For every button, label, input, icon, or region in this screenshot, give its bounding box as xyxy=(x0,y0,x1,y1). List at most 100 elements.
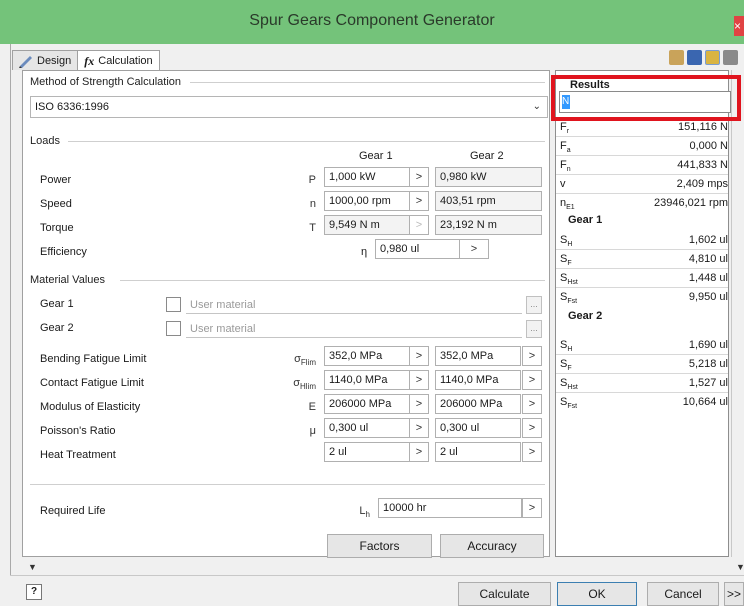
heat-treatment-label: Heat Treatment xyxy=(40,449,116,461)
window-title: Spur Gears Component Generator xyxy=(249,12,495,29)
speed-symbol: n xyxy=(309,198,316,210)
loads-col-gear1: Gear 1 xyxy=(359,150,393,162)
results-scrollbar[interactable] xyxy=(731,70,744,557)
ok-button[interactable]: OK xyxy=(557,582,637,606)
power-symbol: P xyxy=(308,174,316,186)
poisson-symbol: μ xyxy=(309,425,316,437)
efficiency-arrow[interactable]: > xyxy=(459,239,489,259)
bending-fatigue-label: Bending Fatigue Limit xyxy=(40,353,147,365)
gear1-material-field[interactable]: User material xyxy=(186,296,522,314)
results-gear2-title: Gear 2 xyxy=(568,310,603,322)
close-button[interactable]: × xyxy=(734,16,744,36)
loads-col-gear2: Gear 2 xyxy=(470,150,504,162)
method-select[interactable]: ISO 6336:1996 ⌄ xyxy=(30,96,548,118)
gear2-material-field[interactable]: User material xyxy=(186,320,522,338)
contact-fatigue-gear1-input[interactable]: 1140,0 MPa xyxy=(324,370,410,390)
modulus-arrow-1[interactable]: > xyxy=(409,394,429,414)
speed-gear2-value: 403,51 rpm xyxy=(435,191,542,211)
more-button[interactable]: >> xyxy=(724,582,744,606)
material-gear2-label: Gear 2 xyxy=(40,322,74,334)
modulus-gear1-input[interactable]: 206000 MPa xyxy=(324,394,410,414)
required-life-symbol: Lh xyxy=(359,505,370,520)
save-icon[interactable] xyxy=(687,50,702,65)
result-row-ne1: nE1 23946,021 rpm xyxy=(560,197,728,212)
result-row-g1-sh: SH 1,602 ul xyxy=(560,234,728,249)
result-row-v: v 2,409 mps xyxy=(560,178,728,190)
open-folder-icon[interactable] xyxy=(669,50,684,65)
required-life-input[interactable]: 10000 hr xyxy=(378,498,522,518)
function-icon: fx xyxy=(84,53,95,68)
poisson-gear2-input[interactable]: 0,300 ul xyxy=(435,418,521,438)
contact-fatigue-gear2-input[interactable]: 1140,0 MPa xyxy=(435,370,521,390)
gear1-user-material-checkbox[interactable] xyxy=(166,297,181,312)
help-button[interactable]: ? xyxy=(26,584,42,600)
factors-button[interactable]: Factors xyxy=(327,534,432,558)
result-row-g1-sfst: SFst 9,950 ul xyxy=(560,291,728,306)
collapse-right-chevron-icon[interactable]: ▼ xyxy=(736,562,744,572)
torque-label: Torque xyxy=(40,222,74,234)
modulus-gear2-input[interactable]: 206000 MPa xyxy=(435,394,521,414)
results-gear1-title: Gear 1 xyxy=(568,214,603,226)
power-label: Power xyxy=(40,174,72,186)
heat-treatment-arrow-2[interactable]: > xyxy=(522,442,542,462)
chevron-down-icon: ⌄ xyxy=(532,101,541,112)
required-life-arrow[interactable]: > xyxy=(522,498,542,518)
result-row-g2-sfst: SFst 10,664 ul xyxy=(560,396,728,411)
tab-calculation[interactable]: fx Calculation xyxy=(77,50,160,71)
torque-gear1-value: 9,549 N m xyxy=(324,215,410,235)
bending-fatigue-symbol: σFlim xyxy=(294,353,316,368)
torque-transfer-arrow: > xyxy=(409,215,429,235)
tab-design-label: Design xyxy=(37,54,72,67)
settings-icon[interactable] xyxy=(705,50,720,65)
heat-treatment-gear1-input[interactable]: 2 ul xyxy=(324,442,410,462)
title-bar: Spur Gears Component Generator × xyxy=(0,0,744,44)
bending-fatigue-gear2-input[interactable]: 352,0 MPa xyxy=(435,346,521,366)
contact-fatigue-arrow-2[interactable]: > xyxy=(522,370,542,390)
design-icon xyxy=(19,54,33,68)
contact-fatigue-arrow-1[interactable]: > xyxy=(409,370,429,390)
divider xyxy=(120,280,545,281)
torque-gear2-value: 23,192 N m xyxy=(435,215,542,235)
speed-gear1-input[interactable]: 1000,00 rpm xyxy=(324,191,410,211)
divider xyxy=(190,82,545,83)
material-gear1-label: Gear 1 xyxy=(40,298,74,310)
contact-fatigue-symbol: σHlim xyxy=(293,377,316,392)
tab-strip: Design fx Calculation xyxy=(12,50,160,71)
result-row-g1-shst: SHst 1,448 ul xyxy=(560,272,728,287)
result-row-g2-sf: SF 5,218 ul xyxy=(560,358,728,373)
heat-treatment-arrow-1[interactable]: > xyxy=(409,442,429,462)
gear2-material-browse-button[interactable]: ... xyxy=(526,320,542,338)
result-row-fa: Fa 0,000 N xyxy=(560,140,728,155)
highlight-box xyxy=(551,75,741,121)
calculate-button[interactable]: Calculate xyxy=(458,582,551,606)
method-select-value: ISO 6336:1996 xyxy=(35,101,110,113)
tab-design[interactable]: Design xyxy=(12,50,79,70)
print-icon[interactable] xyxy=(723,50,738,65)
bending-fatigue-arrow-1[interactable]: > xyxy=(409,346,429,366)
result-row-g2-sh: SH 1,690 ul xyxy=(560,339,728,354)
gear1-material-browse-button[interactable]: ... xyxy=(526,296,542,314)
modulus-symbol: E xyxy=(308,401,316,413)
material-group-title: Material Values xyxy=(30,274,105,286)
cancel-button[interactable]: Cancel xyxy=(647,582,719,606)
bending-fatigue-gear1-input[interactable]: 352,0 MPa xyxy=(324,346,410,366)
modulus-arrow-2[interactable]: > xyxy=(522,394,542,414)
poisson-arrow-2[interactable]: > xyxy=(522,418,542,438)
efficiency-input[interactable]: 0,980 ul xyxy=(375,239,460,259)
poisson-arrow-1[interactable]: > xyxy=(409,418,429,438)
accuracy-button[interactable]: Accuracy xyxy=(440,534,544,558)
power-gear1-input[interactable]: 1,000 kW xyxy=(324,167,410,187)
power-transfer-arrow[interactable]: > xyxy=(409,167,429,187)
required-life-label: Required Life xyxy=(40,505,106,517)
divider xyxy=(30,484,545,485)
efficiency-label: Efficiency xyxy=(40,246,87,258)
gear2-user-material-checkbox[interactable] xyxy=(166,321,181,336)
result-row-fr: Fr 151,116 N xyxy=(560,121,728,136)
collapse-chevron-icon[interactable]: ▼ xyxy=(28,562,37,572)
efficiency-symbol: η xyxy=(361,246,368,258)
heat-treatment-gear2-input[interactable]: 2 ul xyxy=(435,442,521,462)
speed-transfer-arrow[interactable]: > xyxy=(409,191,429,211)
divider xyxy=(68,141,545,142)
bending-fatigue-arrow-2[interactable]: > xyxy=(522,346,542,366)
poisson-gear1-input[interactable]: 0,300 ul xyxy=(324,418,410,438)
